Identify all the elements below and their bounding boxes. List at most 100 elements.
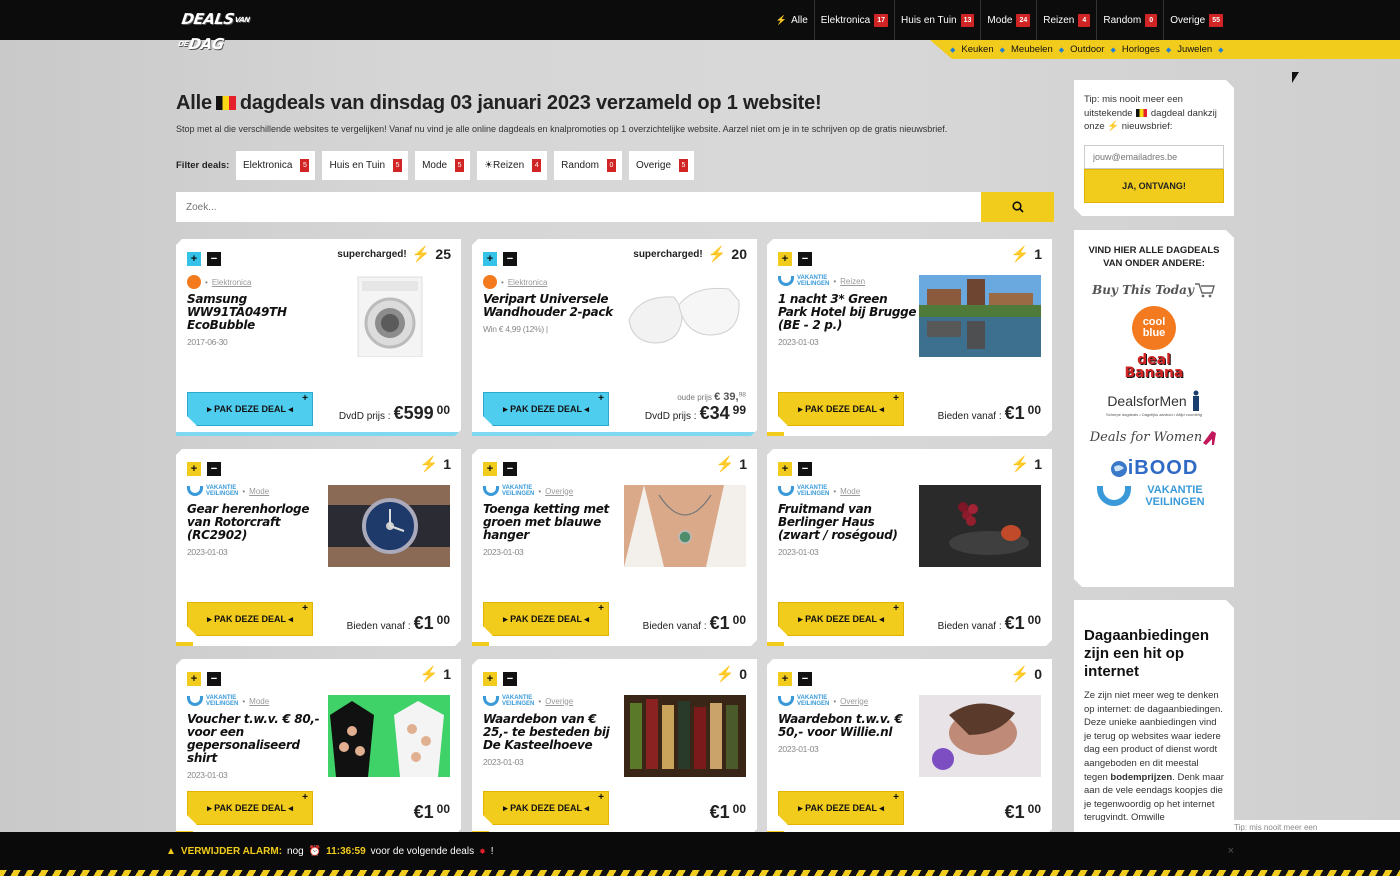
pak-deze-deal-button[interactable]: ▸ PAK DEZE DEAL ◂ + (778, 791, 904, 825)
deal-title-text[interactable]: 1 nacht 3* Green Park Hotel bij Brugge (… (778, 292, 916, 332)
deal-category-link[interactable]: Overige (545, 487, 573, 496)
alarm-label[interactable]: VERWIJDER ALARM: (181, 846, 282, 857)
subnav-item-juwelen[interactable]: ◆ Juwelen (1166, 44, 1212, 55)
deal-title[interactable]: Waardebon van € 25,- te besteden bij De … (483, 713, 623, 769)
nav-item-reizen[interactable]: Reizen 4 (1036, 0, 1096, 40)
deal-title[interactable]: Samsung WW91TA049TH EcoBubble 2017-06-30 (187, 293, 327, 349)
upvote-button[interactable]: + (187, 672, 201, 686)
pak-deze-deal-button[interactable]: ▸ PAK DEZE DEAL ◂ + (778, 602, 904, 636)
upvote-button[interactable]: + (483, 252, 497, 266)
pak-deze-deal-button[interactable]: ▸ PAK DEZE DEAL ◂ + (187, 392, 313, 426)
subnav-item-meubelen[interactable]: ◆ Meubelen (1000, 44, 1053, 55)
deal-category-link[interactable]: Overige (840, 697, 868, 706)
subnav-item-label[interactable]: Horloges (1122, 44, 1160, 55)
deal-image[interactable] (328, 275, 450, 357)
deal-image[interactable] (624, 275, 746, 357)
filter-3[interactable]: ☀Reizen 4 (477, 151, 548, 180)
subnav-item-horloges[interactable]: ◆ Horloges (1110, 44, 1159, 55)
deal-image[interactable] (919, 485, 1041, 567)
pak-deze-deal-button[interactable]: ▸ PAK DEZE DEAL ◂ + (187, 791, 313, 825)
deal-title[interactable]: Gear herenhorloge van Rotorcraft (RC2902… (187, 503, 327, 559)
filter-0[interactable]: Elektronica 5 (236, 151, 316, 180)
pak-deze-deal-button[interactable]: ▸ PAK DEZE DEAL ◂ + (778, 392, 904, 426)
deal-category-link[interactable]: Elektronica (508, 278, 548, 287)
email-field[interactable] (1084, 145, 1224, 169)
deal-title-text[interactable]: Veripart Universele Wandhouder 2-pack (483, 292, 613, 319)
downvote-button[interactable]: − (503, 252, 517, 266)
upvote-button[interactable]: + (483, 672, 497, 686)
upvote-button[interactable]: + (187, 252, 201, 266)
nav-item-huis-en-tuin[interactable]: Huis en Tuin 13 (894, 0, 980, 40)
nav-item-overige[interactable]: Overige 55 (1163, 0, 1229, 40)
nav-item-elektronica[interactable]: Elektronica 17 (813, 0, 894, 40)
deal-title-text[interactable]: Toenga ketting met groen met blauwe hang… (483, 502, 609, 542)
deal-title[interactable]: Toenga ketting met groen met blauwe hang… (483, 503, 623, 559)
partner-logo-dealsforwomen[interactable]: Deals for Women (1084, 427, 1224, 447)
partner-logo-dealsformen[interactable]: DealsforMen Scherpe dagdeals • Dagelijks… (1084, 390, 1224, 417)
pak-deze-deal-button[interactable]: ▸ PAK DEZE DEAL ◂ + (483, 791, 609, 825)
downvote-button[interactable]: − (798, 672, 812, 686)
site-logo[interactable]: DEALSVAN DEDAG (178, 7, 275, 53)
deal-title-text[interactable]: Fruitmand van Berlinger Haus (zwart / ro… (778, 502, 898, 542)
deal-title[interactable]: Voucher t.w.v. € 80,- voor een gepersona… (187, 713, 327, 782)
filter-4[interactable]: Random 0 (554, 151, 622, 180)
subnav-item-label[interactable]: Outdoor (1070, 44, 1104, 55)
upvote-button[interactable]: + (778, 672, 792, 686)
deal-image[interactable] (328, 485, 450, 567)
deal-category-link[interactable]: Elektronica (212, 278, 252, 287)
nav-item-random[interactable]: Random 0 (1096, 0, 1163, 40)
upvote-button[interactable]: + (483, 462, 497, 476)
deal-title-text[interactable]: Samsung WW91TA049TH EcoBubble (187, 292, 287, 332)
downvote-button[interactable]: − (503, 462, 517, 476)
deal-category-link[interactable]: Reizen (840, 277, 865, 286)
deal-image[interactable] (919, 695, 1041, 777)
deal-category-link[interactable]: Overige (545, 697, 573, 706)
deal-title[interactable]: Fruitmand van Berlinger Haus (zwart / ro… (778, 503, 918, 559)
downvote-button[interactable]: − (798, 462, 812, 476)
deal-image[interactable] (919, 275, 1041, 357)
downvote-button[interactable]: − (207, 672, 221, 686)
deal-title-text[interactable]: Voucher t.w.v. € 80,- voor een gepersona… (187, 712, 319, 765)
deal-category-link[interactable]: Mode (840, 487, 860, 496)
pak-deze-deal-button[interactable]: ▸ PAK DEZE DEAL ◂ + (483, 602, 609, 636)
pak-deze-deal-button[interactable]: ▸ PAK DEZE DEAL ◂ + (187, 602, 313, 636)
partner-logo-dealbanana[interactable]: deal Banana (1084, 354, 1224, 380)
deal-category-link[interactable]: Mode (249, 487, 269, 496)
downvote-button[interactable]: − (207, 252, 221, 266)
nav-item-mode[interactable]: Mode 24 (980, 0, 1036, 40)
deal-image[interactable] (624, 695, 746, 777)
upvote-button[interactable]: + (187, 462, 201, 476)
deal-title-text[interactable]: Waardebon van € 25,- te besteden bij De … (483, 712, 609, 752)
filter-2[interactable]: Mode 5 (415, 151, 471, 180)
partner-logo-ibood[interactable]: iBOOD (1084, 457, 1224, 480)
deal-category-link[interactable]: Mode (249, 697, 269, 706)
downvote-button[interactable]: − (207, 462, 221, 476)
close-icon[interactable]: × (1228, 845, 1234, 857)
nav-item-alle[interactable]: ⚡ Alle (770, 0, 814, 40)
deal-title-text[interactable]: Gear herenhorloge van Rotorcraft (RC2902… (187, 502, 309, 542)
filter-5[interactable]: Overige 5 (628, 151, 694, 180)
deal-image[interactable] (328, 695, 450, 777)
downvote-button[interactable]: − (503, 672, 517, 686)
subnav-item-label[interactable]: Meubelen (1011, 44, 1053, 55)
pak-deze-deal-button[interactable]: ▸ PAK DEZE DEAL ◂ + (483, 392, 609, 426)
downvote-button[interactable]: − (798, 252, 812, 266)
deal-image[interactable] (624, 485, 746, 567)
subnav-item-outdoor[interactable]: ◆ Outdoor (1059, 44, 1105, 55)
partner-logo-coolblue[interactable]: cool blue (1084, 306, 1224, 350)
deal-title-text[interactable]: Waardebon t.w.v. € 50,- voor Willie.nl (778, 712, 903, 739)
upvote-button[interactable]: + (778, 462, 792, 476)
deal-title[interactable]: Waardebon t.w.v. € 50,- voor Willie.nl 20… (778, 713, 918, 756)
deal-title[interactable]: Veripart Universele Wandhouder 2-pack Win… (483, 293, 623, 336)
search-input[interactable] (176, 192, 981, 222)
search-button[interactable] (981, 192, 1054, 222)
subnav-item-label[interactable]: Juwelen (1177, 44, 1212, 55)
partner-logo-vakantieveilingen[interactable]: VAKANTIE VEILINGEN (1084, 484, 1224, 508)
subnav-item-label[interactable]: Keuken (961, 44, 993, 55)
upvote-button[interactable]: + (778, 252, 792, 266)
subnav-item-keuken[interactable]: ◆ Keuken (950, 44, 994, 55)
filter-1[interactable]: Huis en Tuin 5 (322, 151, 409, 180)
partner-logo-buythistoday[interactable]: Buy This Today (1084, 282, 1224, 298)
deal-title[interactable]: 1 nacht 3* Green Park Hotel bij Brugge (… (778, 293, 918, 349)
subscribe-button[interactable]: JA, ONTVANG! (1084, 169, 1224, 203)
